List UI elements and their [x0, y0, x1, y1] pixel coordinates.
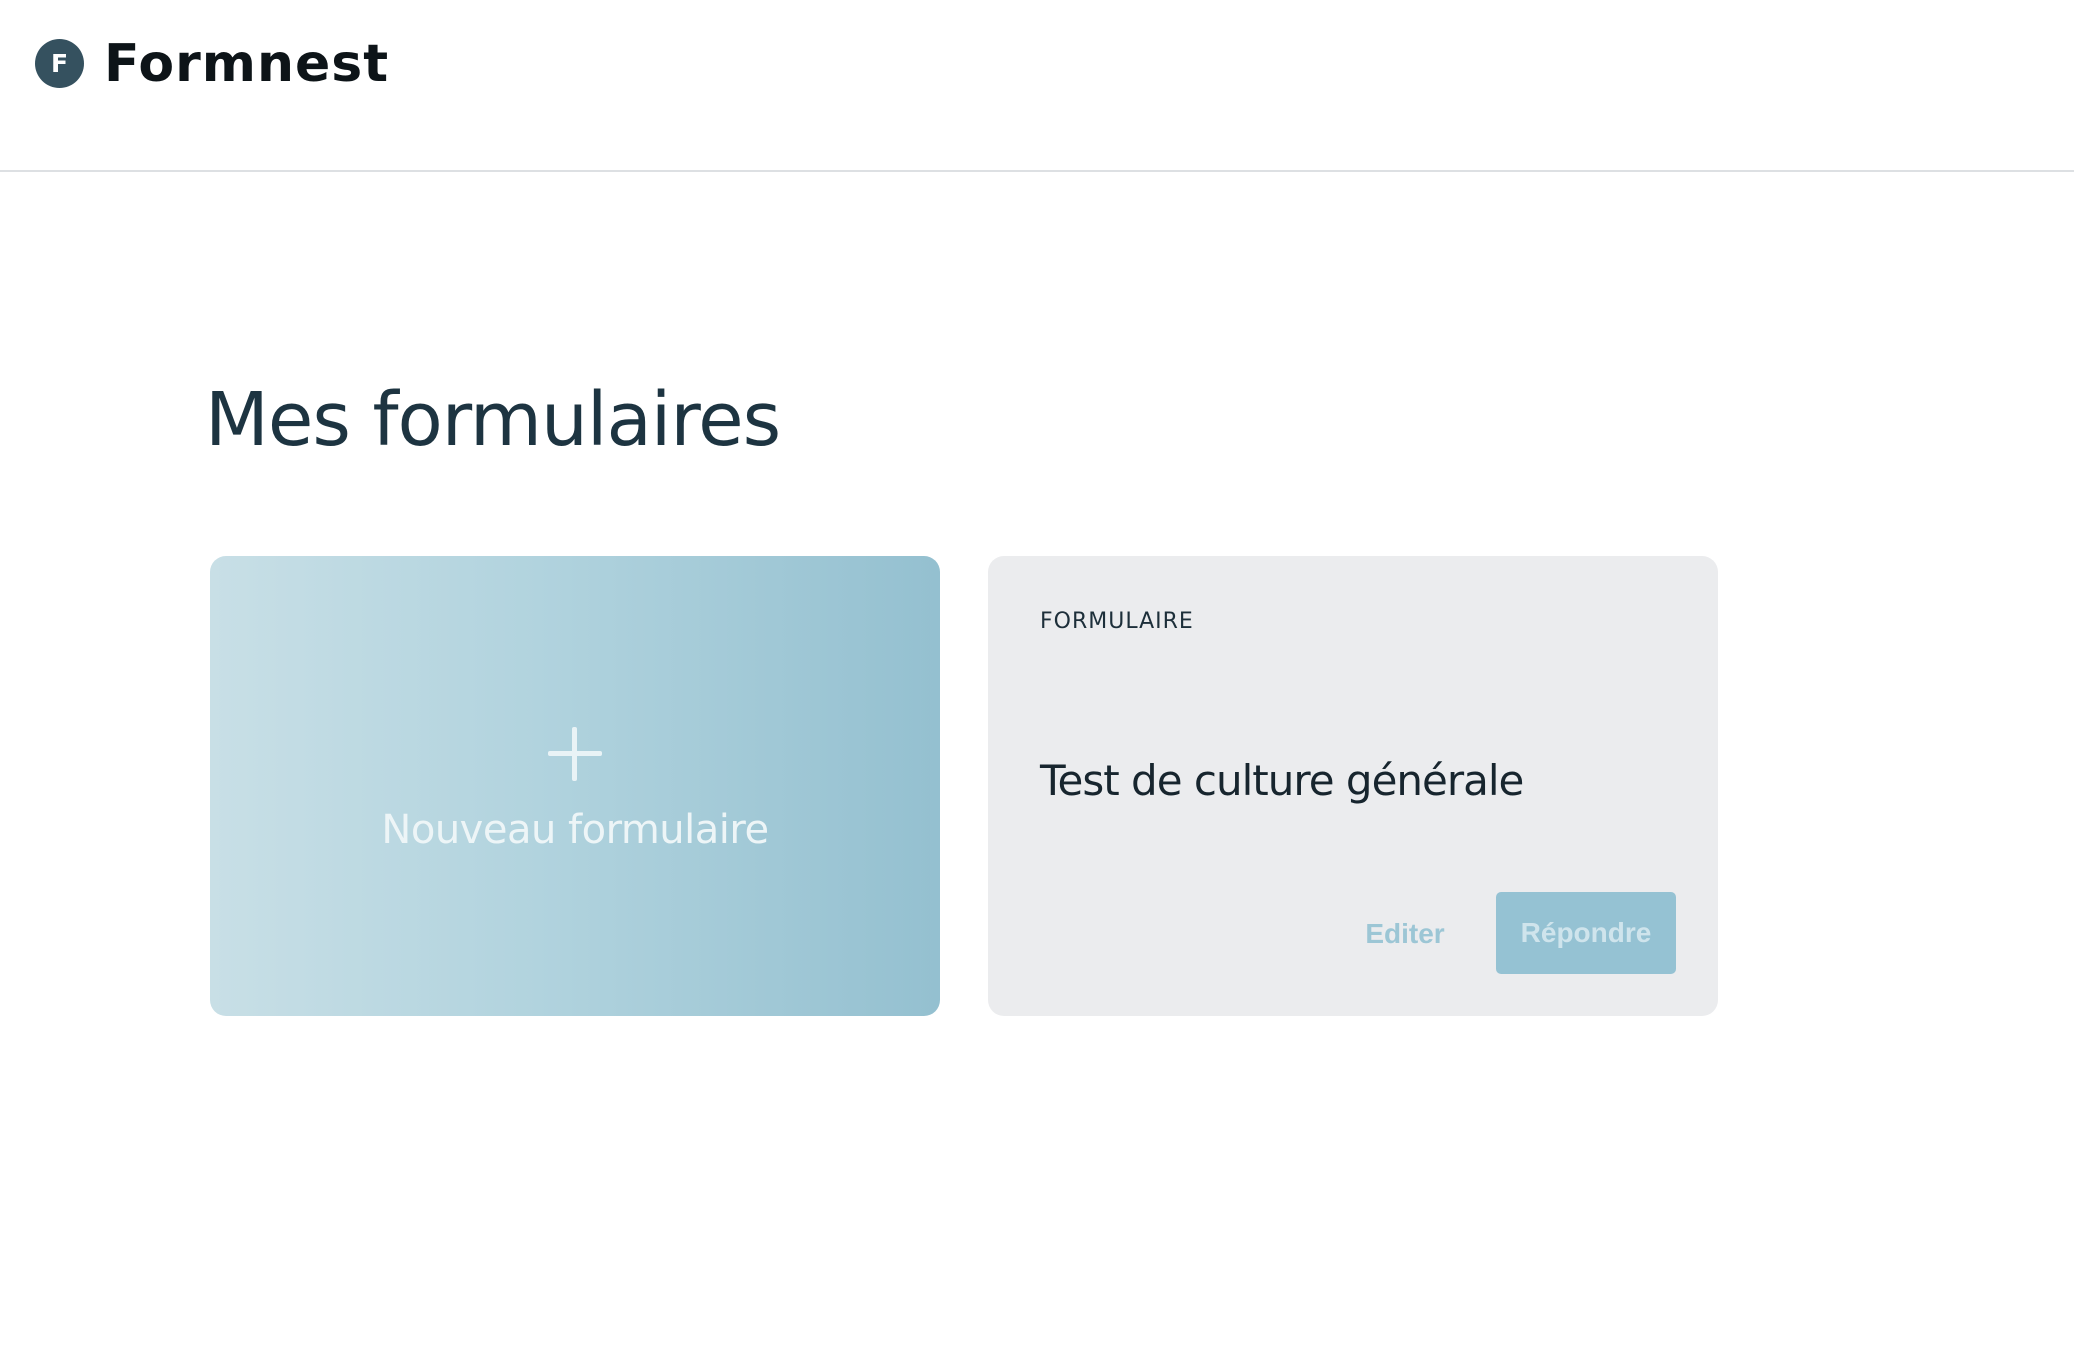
form-title: Test de culture générale: [1040, 756, 1524, 805]
edit-button[interactable]: Editer: [1340, 892, 1470, 976]
reply-button[interactable]: Répondre: [1496, 892, 1676, 974]
page-title: Mes formulaires: [205, 377, 781, 463]
plus-icon: [548, 727, 602, 781]
top-header: F Formnest: [0, 0, 2074, 172]
form-type-label: FORMULAIRE: [1040, 609, 1194, 634]
form-card: FORMULAIRE Test de culture générale Edit…: [988, 556, 1718, 1016]
new-form-label: Nouveau formulaire: [381, 807, 769, 853]
brand-logo-icon[interactable]: F: [35, 39, 84, 88]
brand-name[interactable]: Formnest: [104, 28, 389, 100]
new-form-card[interactable]: Nouveau formulaire: [210, 556, 940, 1016]
